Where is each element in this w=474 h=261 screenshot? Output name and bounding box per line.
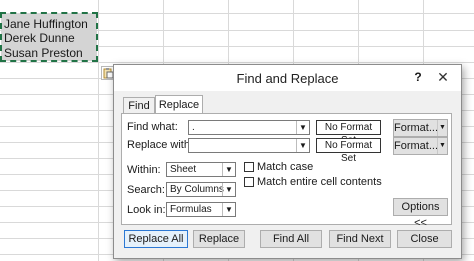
find-what-label: Find what: (127, 121, 178, 133)
find-all-button[interactable]: Find All (260, 230, 322, 248)
look-in-select[interactable]: Formulas ▼ (166, 202, 236, 217)
replace-all-button[interactable]: Replace All (124, 230, 188, 248)
dialog-title: Find and Replace (236, 71, 339, 86)
within-value: Sheet (170, 164, 197, 175)
close-button[interactable]: Close (397, 230, 452, 248)
row-divider (0, 62, 474, 63)
find-what-input[interactable]: . ▼ (188, 120, 310, 135)
find-format-preview: No Format Set (316, 120, 381, 146)
within-label: Within: (127, 164, 161, 176)
find-replace-dialog: Find and Replace ? ✕ Find Replace Find w… (113, 64, 462, 259)
chevron-down-icon[interactable]: ▼ (222, 203, 235, 216)
within-select[interactable]: Sheet ▼ (166, 162, 236, 177)
chevron-down-icon[interactable]: ▼ (437, 120, 447, 136)
replace-format-preview: No Format Set (316, 138, 381, 164)
options-button[interactable]: Options << (393, 198, 448, 229)
chevron-down-icon[interactable]: ▼ (222, 183, 235, 196)
find-next-button[interactable]: Find Next (329, 230, 391, 248)
match-entire-label[interactable]: Match entire cell contents (257, 176, 382, 188)
tab-replace[interactable]: Replace (155, 95, 203, 114)
replace-tab-panel: Find what: . ▼ No Format Set Format... ▼… (121, 113, 452, 229)
match-entire-checkbox[interactable] (244, 177, 254, 187)
find-what-value: . (192, 122, 195, 133)
replace-format-button-label: Format... (394, 140, 439, 152)
look-in-value: Formulas (170, 204, 212, 215)
find-format-button-label: Format... (394, 122, 439, 134)
chevron-down-icon[interactable]: ▼ (296, 121, 309, 134)
search-label: Search: (127, 184, 165, 196)
chevron-down-icon[interactable]: ▼ (222, 163, 235, 176)
search-value: By Columns (170, 184, 224, 195)
close-icon[interactable]: ✕ (434, 69, 452, 85)
match-case-checkbox[interactable] (244, 162, 254, 172)
copy-marquee (0, 12, 98, 62)
search-select[interactable]: By Columns ▼ (166, 182, 236, 197)
match-case-label[interactable]: Match case (257, 161, 313, 173)
look-in-label: Look in: (127, 204, 166, 216)
dialog-titlebar[interactable]: Find and Replace ? ✕ (114, 65, 461, 91)
chevron-down-icon[interactable]: ▼ (437, 138, 447, 154)
replace-format-button[interactable]: Format... ▼ (393, 137, 448, 155)
find-format-button[interactable]: Format... ▼ (393, 119, 448, 137)
replace-with-input[interactable]: ▼ (188, 138, 310, 153)
replace-with-label: Replace with: (127, 139, 194, 151)
chevron-down-icon[interactable]: ▼ (296, 139, 309, 152)
tab-find[interactable]: Find (123, 97, 155, 113)
help-icon[interactable]: ? (412, 69, 424, 85)
replace-button[interactable]: Replace (193, 230, 245, 248)
